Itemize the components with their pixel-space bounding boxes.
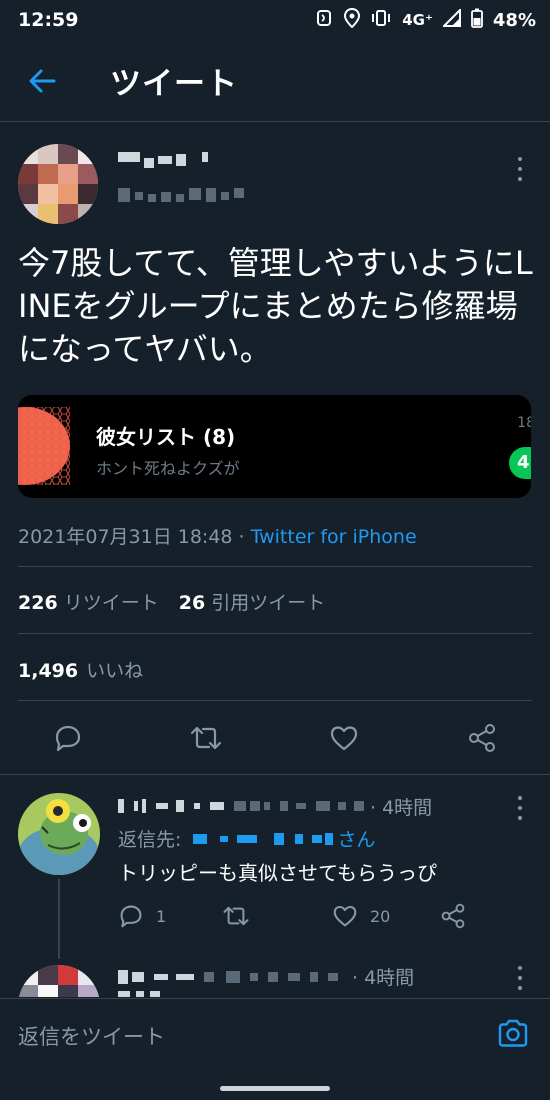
divider bbox=[18, 700, 532, 701]
reply-actions: 1 20 bbox=[118, 901, 478, 931]
divider bbox=[0, 774, 550, 775]
pixelated-avatar-image bbox=[18, 144, 98, 224]
tweet-text: 今7股してて、管理しやすいようにLINEをグループにまとめたら修羅場になってヤバ… bbox=[18, 244, 533, 368]
camera-button[interactable] bbox=[496, 1017, 532, 1053]
line-message-time: 18 bbox=[517, 415, 531, 431]
reply-author-redacted: · 4時間 bbox=[118, 963, 414, 990]
reply-compose-bar bbox=[0, 998, 550, 1076]
page-title: ツイート bbox=[110, 66, 238, 102]
signal-icon bbox=[441, 7, 461, 31]
reply-more-button[interactable] bbox=[508, 963, 532, 993]
share-icon bbox=[469, 724, 495, 752]
reply-tweet[interactable]: · 4時間 bbox=[0, 945, 550, 997]
share-icon bbox=[441, 903, 465, 929]
likes-count: 1,496 bbox=[18, 660, 79, 682]
reply-time: · 4時間 bbox=[352, 967, 415, 989]
reply-input[interactable] bbox=[18, 1015, 478, 1059]
tweet-meta: 2021年07月31日 18:48 · Twitter for iPhone bbox=[18, 522, 417, 549]
reply-to-mention-redacted[interactable] bbox=[193, 832, 334, 845]
retweet-stats: 226 リツイート 26 引用ツイート bbox=[18, 588, 325, 615]
reply-reply-button[interactable]: 1 bbox=[118, 901, 166, 931]
back-arrow-icon bbox=[29, 69, 56, 92]
likes-stat[interactable]: 1,496 いいね bbox=[18, 656, 143, 683]
reply-author-redacted bbox=[118, 799, 364, 813]
reply-author-row: · 4時間 bbox=[118, 793, 528, 819]
reply-avatar[interactable] bbox=[18, 965, 100, 997]
network-type: 4G⁺ bbox=[402, 11, 433, 29]
retweet-icon bbox=[190, 726, 222, 750]
battery-icon bbox=[471, 8, 483, 32]
unread-badge: 4 bbox=[509, 447, 531, 479]
more-dots-icon bbox=[518, 966, 522, 970]
status-time: 12:59 bbox=[18, 9, 79, 31]
reply-retweet-button[interactable] bbox=[222, 901, 262, 931]
reply-time: · 4時間 bbox=[370, 796, 433, 819]
reply-text: トリッピーも真似させてもらうっぴ bbox=[118, 861, 437, 885]
line-message-preview: ホント死ねよクズが bbox=[96, 459, 240, 478]
reply-icon bbox=[120, 905, 142, 928]
embedded-line-screenshot[interactable]: 彼女リスト (8) ホント死ねよクズが 18 4 bbox=[18, 395, 531, 498]
share-button[interactable] bbox=[462, 718, 502, 758]
like-button[interactable] bbox=[324, 718, 364, 758]
pixelated-avatar-image bbox=[18, 965, 100, 997]
status-icons: 4G⁺ 48% bbox=[314, 7, 536, 32]
line-group-name: 彼女リスト (8) bbox=[96, 425, 236, 449]
reply-button[interactable] bbox=[48, 718, 88, 758]
battery-percent: 48% bbox=[492, 9, 536, 31]
divider bbox=[18, 566, 532, 567]
more-dots-icon bbox=[518, 796, 522, 800]
tweet-actions bbox=[0, 718, 550, 764]
more-dots-icon bbox=[518, 157, 522, 161]
reply-to-line: 返信先: さん bbox=[118, 825, 375, 852]
meta-separator: · bbox=[232, 526, 251, 548]
reply-like-count: 20 bbox=[370, 906, 391, 926]
back-button[interactable] bbox=[12, 51, 72, 111]
reply-more-button[interactable] bbox=[508, 793, 532, 823]
nfc-icon bbox=[314, 8, 334, 32]
tweet-author bbox=[18, 144, 538, 224]
author-avatar[interactable] bbox=[18, 144, 98, 224]
reply-avatar[interactable] bbox=[18, 793, 100, 875]
gesture-home-bar[interactable] bbox=[220, 1086, 330, 1091]
tweet-client-link[interactable]: Twitter for iPhone bbox=[251, 526, 417, 548]
status-bar: 12:59 4G⁺ 48% bbox=[0, 0, 550, 40]
tweet-timestamp: 2021年07月31日 18:48 bbox=[18, 526, 233, 548]
author-handle-redacted bbox=[118, 188, 244, 202]
frog-avatar-image bbox=[18, 793, 100, 875]
heart-icon bbox=[333, 905, 357, 927]
reply-text-clipped bbox=[118, 991, 160, 997]
reply-to-suffix[interactable]: さん bbox=[337, 825, 375, 852]
likes-label: いいね bbox=[86, 660, 144, 682]
reply-icon bbox=[55, 725, 81, 752]
heart-icon bbox=[330, 726, 358, 751]
group-avatar bbox=[18, 407, 70, 485]
reply-reply-count: 1 bbox=[156, 906, 167, 926]
author-name-redacted bbox=[118, 152, 208, 168]
quotes-stat[interactable]: 26 引用ツイート bbox=[179, 588, 326, 615]
retweet-icon bbox=[223, 906, 249, 926]
location-icon bbox=[344, 7, 361, 32]
camera-icon bbox=[498, 1019, 528, 1047]
reply-like-button[interactable]: 20 bbox=[332, 901, 390, 931]
vibrate-icon bbox=[370, 8, 392, 32]
retweets-stat[interactable]: 226 リツイート bbox=[18, 588, 159, 615]
app-bar: ツイート bbox=[0, 40, 550, 122]
reply-to-prefix: 返信先: bbox=[118, 829, 182, 851]
tweet-more-button[interactable] bbox=[508, 154, 532, 184]
reply-share-button[interactable] bbox=[440, 901, 466, 931]
retweet-button[interactable] bbox=[186, 718, 226, 758]
divider bbox=[18, 633, 532, 634]
